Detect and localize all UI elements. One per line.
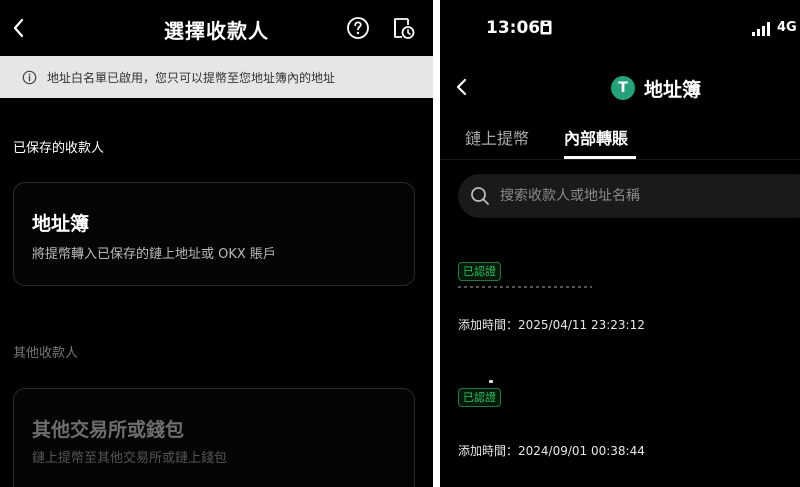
other-exchange-description: 鏈上提幣至其他交易所或鏈上錢包 (32, 451, 228, 466)
whitelist-notice-banner: 地址白名單已啟用，您只可以提幣至您地址簿內的地址 (0, 56, 433, 98)
sim-card-icon (540, 20, 552, 35)
chevron-left-icon[interactable] (452, 74, 472, 100)
usdt-logo-icon: T (611, 76, 635, 100)
header: 選擇收款人 (0, 0, 433, 56)
address-book-screen: 13:06 4G T 地址簿 鏈上提幣 內部轉賬 已認證 添加時間：2025/0… (440, 0, 800, 487)
address-book-description: 將提幣轉入已保存的鏈上地址或 OKX 賬戶 (32, 247, 276, 262)
address-book-option[interactable]: 地址簿 將提幣轉入已保存的鏈上地址或 OKX 賬戶 (13, 182, 415, 286)
verified-badge: 已認證 (458, 388, 501, 407)
masked-name (489, 380, 493, 383)
signal-bars-icon (752, 22, 770, 36)
panel-divider (433, 0, 440, 487)
select-recipient-screen: 選擇收款人 地址白名單已啟用，您只可以提幣至您地址簿內的地址 已保存的收款人 地… (0, 0, 433, 487)
help-circle-icon[interactable] (346, 16, 370, 40)
document-clock-icon[interactable] (390, 15, 416, 41)
tab-onchain-withdrawal[interactable]: 鏈上提幣 (465, 125, 529, 149)
address-book-title: 地址簿 (32, 213, 90, 235)
search-input[interactable] (500, 188, 780, 204)
page-title: 地址簿 (644, 79, 702, 101)
info-icon (22, 70, 37, 84)
other-exchange-title: 其他交易所或錢包 (32, 419, 185, 441)
other-exchange-wallet-option[interactable]: 其他交易所或錢包 鏈上提幣至其他交易所或鏈上錢包 (13, 388, 415, 487)
notice-text: 地址白名單已啟用，您只可以提幣至您地址簿內的地址 (47, 70, 336, 85)
network-type: 4G (777, 20, 797, 35)
other-recipients-label: 其他收款人 (13, 346, 79, 361)
tabs-divider (440, 159, 800, 160)
status-time: 13:06 (486, 18, 541, 38)
added-time: 添加時間：2024/09/01 00:38:44 (458, 444, 645, 458)
tab-internal-transfer[interactable]: 內部轉賬 (564, 125, 628, 149)
search-bar[interactable] (458, 174, 800, 218)
verified-badge: 已認證 (458, 262, 501, 281)
search-icon (471, 187, 489, 205)
masked-address (458, 286, 592, 288)
saved-recipients-label: 已保存的收款人 (13, 141, 105, 156)
added-time: 添加時間：2025/04/11 23:23:12 (458, 318, 645, 332)
